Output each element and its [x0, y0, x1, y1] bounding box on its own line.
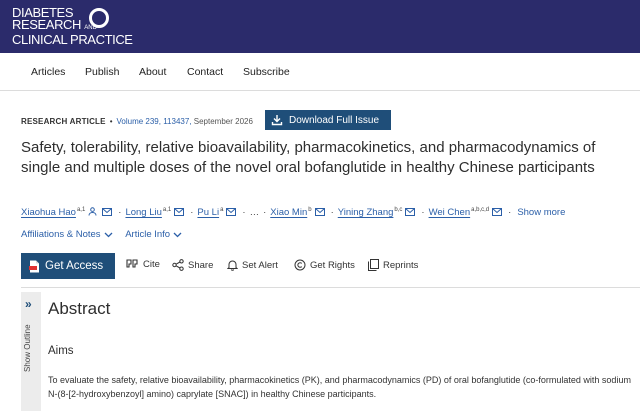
- author-name[interactable]: Wei Chen: [429, 207, 471, 218]
- pdf-icon: [29, 260, 39, 272]
- quote-icon: [126, 259, 138, 268]
- article-title: Safety, tolerability, relative bioavaila…: [21, 139, 596, 176]
- author-name[interactable]: Long Liu: [125, 207, 161, 218]
- get-rights-button[interactable]: Get Rights: [294, 259, 355, 271]
- abstract-heading: Abstract: [48, 299, 111, 318]
- chevron-down-icon: [104, 232, 113, 238]
- site-header: DIABETES RESEARCH AND CLINICAL PRACTICE: [0, 0, 640, 53]
- author-name[interactable]: Xiao Min: [270, 207, 307, 218]
- download-icon: [271, 115, 283, 126]
- mail-icon[interactable]: [174, 208, 185, 217]
- section-divider: [21, 287, 640, 288]
- author-name[interactable]: Xiaohua Hao: [21, 207, 76, 218]
- article-meta: RESEARCH ARTICLE • Volume 239, 113437, Sep…: [21, 117, 253, 126]
- affiliations-toggle[interactable]: Affiliations & Notes: [21, 229, 113, 240]
- abstract-aims-text: To evaluate the safety, relative bioavai…: [48, 375, 631, 399]
- article-info-toggle[interactable]: Article Info: [125, 229, 182, 240]
- author-list: Xiaohua Haoa,1 · Long Liua,1 · Pu Lia ·… · Xiao…: [21, 207, 566, 219]
- article-type: RESEARCH ARTICLE: [21, 117, 106, 126]
- download-label: Download Full Issue: [289, 114, 380, 126]
- logo-ring-icon: [89, 8, 109, 28]
- reprints-button[interactable]: Reprints: [368, 259, 418, 271]
- mail-icon[interactable]: [405, 208, 416, 217]
- mail-icon[interactable]: [226, 208, 237, 217]
- cite-button[interactable]: Cite: [126, 259, 160, 270]
- aims-heading: Aims: [48, 345, 74, 357]
- publication-date: September 2026: [193, 117, 253, 126]
- mail-icon[interactable]: [492, 208, 503, 217]
- mail-icon[interactable]: [314, 208, 325, 217]
- chevron-down-icon: [173, 232, 182, 238]
- volume-link[interactable]: Volume 239, 113437,: [117, 117, 192, 126]
- article-links: Affiliations & Notes Article Info: [21, 229, 182, 240]
- outline-toggle[interactable]: » Show Outline: [21, 292, 41, 411]
- reprints-icon: [368, 259, 379, 271]
- person-icon: [88, 207, 97, 216]
- double-chevron-right-icon: »: [25, 297, 32, 311]
- journal-logo[interactable]: DIABETES RESEARCH AND CLINICAL PRACTICE: [12, 6, 133, 47]
- get-access-label: Get Access: [45, 260, 104, 272]
- authors-ellipsis: …: [249, 207, 260, 219]
- nav-subscribe[interactable]: Subscribe: [243, 66, 290, 78]
- mail-icon[interactable]: [102, 208, 113, 217]
- nav-publish[interactable]: Publish: [85, 66, 119, 78]
- main-nav: Articles Publish About Contact Subscribe: [0, 53, 640, 91]
- nav-articles[interactable]: Articles: [31, 66, 65, 78]
- download-full-issue-button[interactable]: Download Full Issue: [265, 110, 391, 130]
- get-access-button[interactable]: Get Access: [21, 253, 115, 279]
- share-icon: [172, 259, 184, 271]
- share-button[interactable]: Share: [172, 259, 213, 271]
- author-name[interactable]: Yining Zhang: [338, 207, 394, 218]
- copyright-icon: [294, 259, 306, 271]
- author-name[interactable]: Pu Li: [197, 207, 219, 218]
- logo-line3: CLINICAL PRACTICE: [12, 32, 133, 47]
- bell-icon: [227, 260, 238, 271]
- nav-contact[interactable]: Contact: [187, 66, 223, 78]
- show-more-authors[interactable]: Show more: [517, 207, 565, 218]
- set-alert-button[interactable]: Set Alert: [227, 259, 278, 271]
- show-outline-label: Show Outline: [23, 324, 32, 372]
- nav-about[interactable]: About: [139, 66, 166, 78]
